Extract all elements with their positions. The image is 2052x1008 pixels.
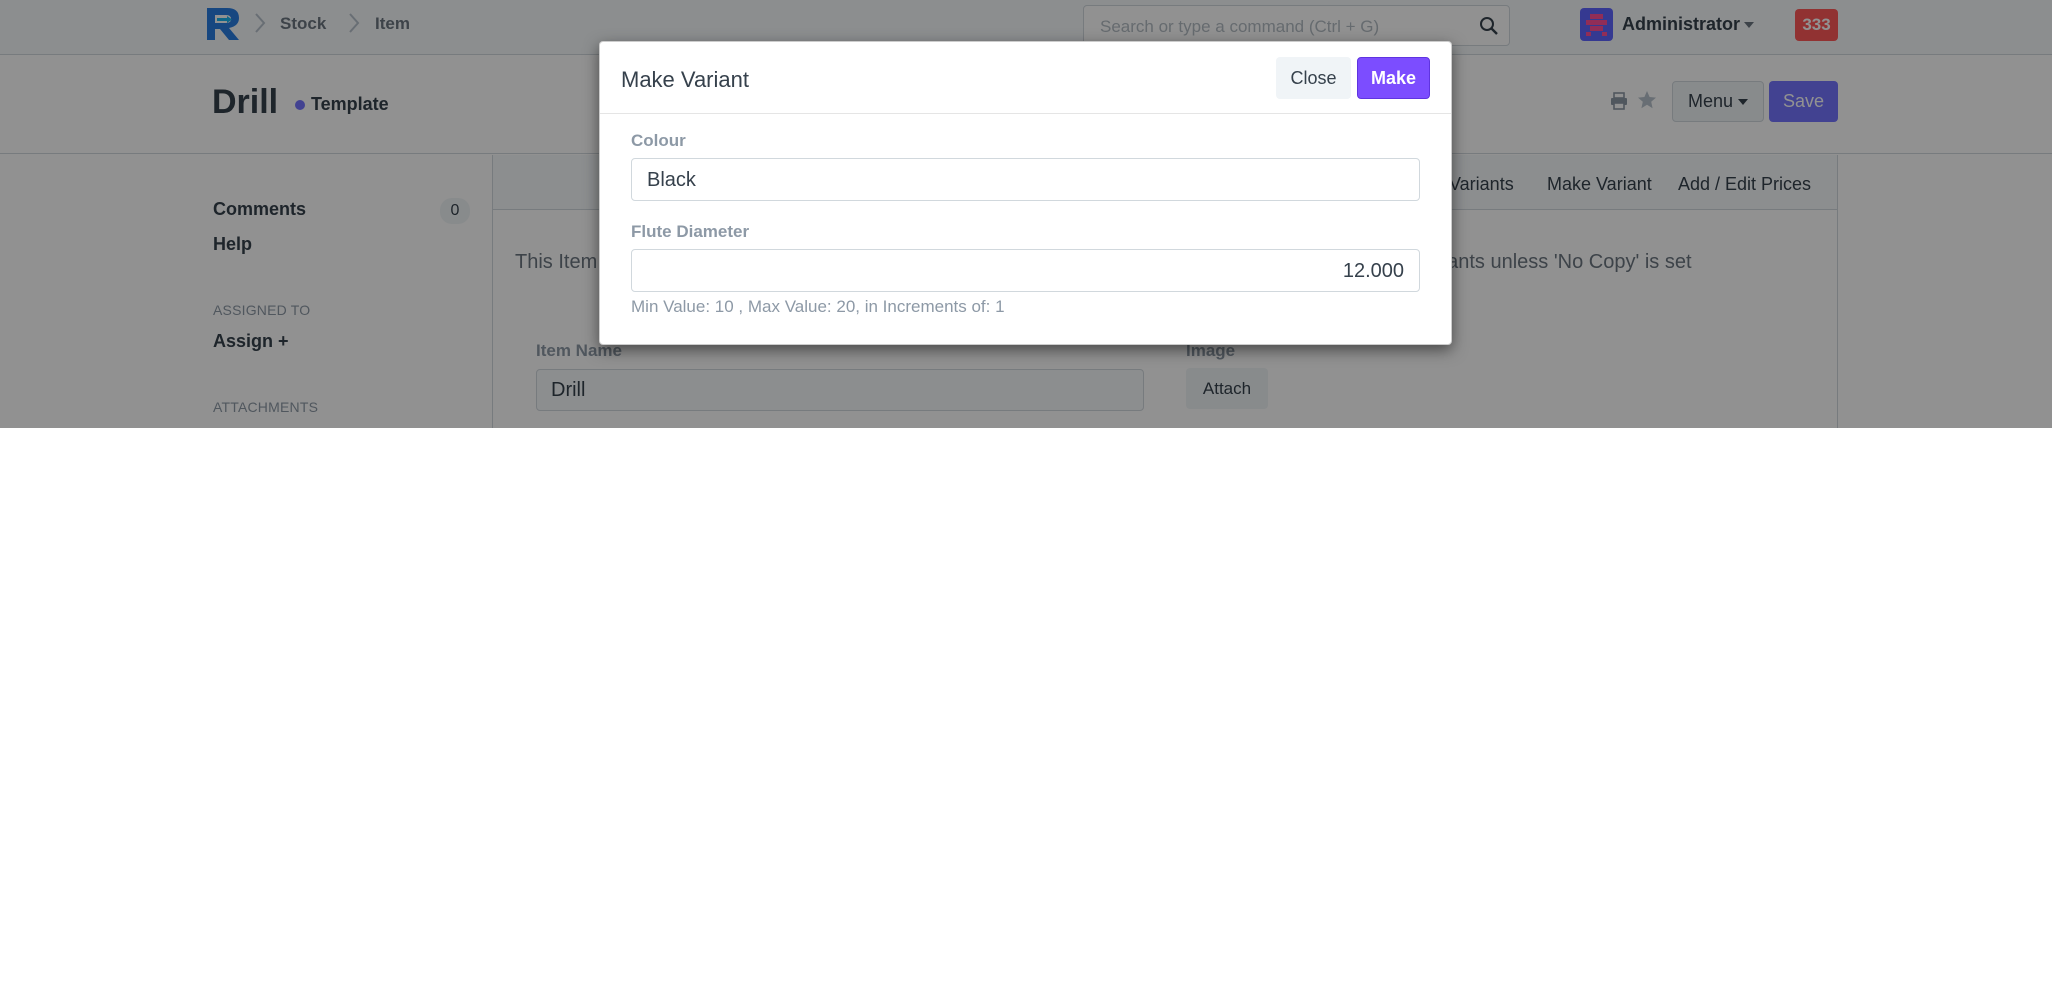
page: Stock Item Search or type a command (Ctr… <box>0 0 2052 428</box>
dialog-header: Make Variant Close Make <box>600 42 1451 114</box>
colour-field[interactable]: Black <box>631 158 1420 201</box>
dialog-title: Make Variant <box>621 67 749 92</box>
flute-diameter-label: Flute Diameter <box>631 222 750 241</box>
flute-diameter-field[interactable]: 12.000 <box>631 249 1420 292</box>
flute-diameter-help-text: Min Value: 10 , Max Value: 20, in Increm… <box>631 297 1005 316</box>
colour-label: Colour <box>631 131 686 150</box>
close-button[interactable]: Close <box>1276 57 1351 99</box>
make-button[interactable]: Make <box>1357 57 1430 99</box>
make-variant-dialog: Make Variant Close Make Colour Black Flu… <box>599 41 1452 345</box>
